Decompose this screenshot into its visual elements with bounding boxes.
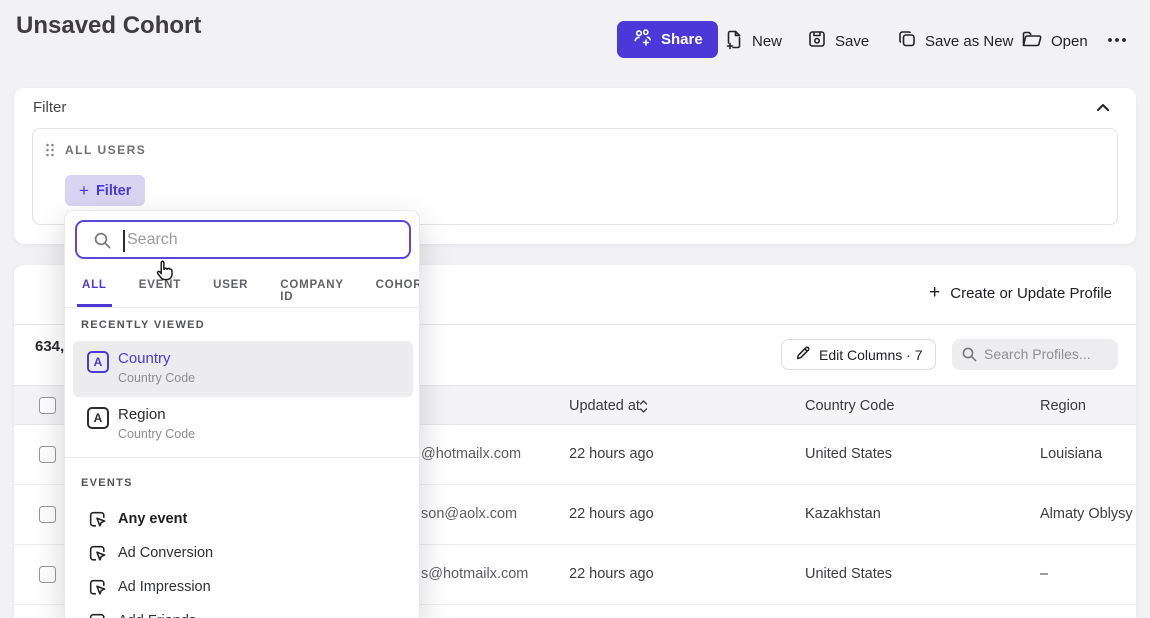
list-item-country[interactable]: A Country Country Code bbox=[73, 341, 413, 397]
updated-at-cell: 22 hours ago bbox=[569, 566, 654, 582]
pencil-icon bbox=[795, 345, 811, 364]
list-item-any-event[interactable]: Any event bbox=[73, 503, 413, 537]
divider bbox=[65, 457, 419, 458]
letter-a-icon: A bbox=[87, 351, 109, 373]
people-add-icon bbox=[632, 28, 653, 51]
save-label: Save bbox=[835, 33, 869, 50]
column-header-region: Region bbox=[1040, 398, 1086, 414]
create-profile-label: Create or Update Profile bbox=[950, 285, 1112, 302]
item-label: Ad Conversion bbox=[118, 545, 213, 561]
recently-viewed-heading: RECENTLY VIEWED bbox=[81, 319, 205, 331]
column-header-updated-at[interactable]: Updated at bbox=[569, 398, 640, 414]
row-checkbox[interactable] bbox=[39, 506, 56, 523]
text-caret bbox=[123, 230, 125, 252]
drag-handle-icon[interactable] bbox=[45, 143, 55, 162]
column-header-country-code: Country Code bbox=[805, 398, 894, 414]
plus-icon: + bbox=[929, 282, 940, 304]
dropdown-tabs: ALL EVENT USER COMPANY ID COHORT bbox=[65, 269, 419, 308]
floppy-save-icon bbox=[807, 29, 827, 53]
search-icon bbox=[93, 231, 112, 250]
region-cell: Louisiana bbox=[1040, 446, 1102, 462]
select-all-checkbox[interactable] bbox=[39, 397, 56, 414]
filter-panel-title: Filter bbox=[33, 99, 66, 116]
events-heading: EVENTS bbox=[81, 477, 133, 489]
tab-cohort[interactable]: COHORT bbox=[371, 269, 420, 307]
copy-icon bbox=[897, 29, 917, 53]
share-label: Share bbox=[661, 31, 703, 48]
email-cell: @hotmailx.com bbox=[421, 446, 521, 462]
more-options-button[interactable] bbox=[1106, 31, 1128, 48]
list-item-ad-impression[interactable]: Ad Impression bbox=[73, 571, 413, 605]
tab-user[interactable]: USER bbox=[208, 269, 253, 307]
all-users-label: ALL USERS bbox=[65, 143, 146, 157]
add-filter-button[interactable]: + Filter bbox=[65, 175, 145, 206]
folder-icon bbox=[1021, 29, 1043, 53]
sort-icon[interactable] bbox=[639, 399, 648, 419]
new-button[interactable]: New bbox=[724, 29, 782, 54]
page-title: Unsaved Cohort bbox=[16, 12, 201, 40]
edit-columns-button[interactable]: Edit Columns · 7 bbox=[781, 339, 936, 370]
item-label: Country bbox=[118, 350, 171, 367]
plus-icon: + bbox=[79, 181, 89, 201]
save-as-new-label: Save as New bbox=[925, 33, 1013, 50]
file-plus-icon bbox=[724, 29, 744, 54]
country-code-cell: Kazakhstan bbox=[805, 506, 881, 522]
open-button[interactable]: Open bbox=[1021, 29, 1088, 53]
list-item-region[interactable]: A Region Country Code bbox=[73, 397, 413, 453]
open-label: Open bbox=[1051, 33, 1088, 50]
country-code-cell: United States bbox=[805, 446, 892, 462]
chevron-up-icon[interactable] bbox=[1096, 100, 1110, 115]
event-click-icon bbox=[87, 509, 108, 530]
filter-search-dropdown: ALL EVENT USER COMPANY ID COHORT RECENTL… bbox=[64, 210, 420, 618]
page: Unsaved Cohort Share New Save bbox=[0, 0, 1150, 618]
item-sublabel: Country Code bbox=[118, 371, 195, 385]
edit-columns-label: Edit Columns · 7 bbox=[819, 347, 922, 363]
row-checkbox[interactable] bbox=[39, 446, 56, 463]
share-button[interactable]: Share bbox=[617, 21, 718, 58]
email-cell: son@aolx.com bbox=[421, 506, 517, 522]
dropdown-search-input[interactable] bbox=[127, 224, 397, 256]
profiles-search bbox=[952, 339, 1118, 370]
event-click-icon bbox=[87, 611, 108, 618]
save-as-new-button[interactable]: Save as New bbox=[897, 29, 1013, 53]
item-label: Add Friends bbox=[118, 613, 196, 618]
list-item-ad-conversion[interactable]: Ad Conversion bbox=[73, 537, 413, 571]
create-or-update-profile-button[interactable]: + Create or Update Profile bbox=[929, 282, 1112, 304]
region-cell: Almaty Oblysy bbox=[1040, 506, 1133, 522]
tab-event[interactable]: EVENT bbox=[134, 269, 186, 307]
letter-a-icon: A bbox=[87, 407, 109, 429]
item-label: Ad Impression bbox=[118, 579, 211, 595]
updated-at-cell: 22 hours ago bbox=[569, 506, 654, 522]
tab-company-id[interactable]: COMPANY ID bbox=[275, 269, 348, 307]
add-filter-label: Filter bbox=[96, 183, 131, 199]
item-sublabel: Country Code bbox=[118, 427, 195, 441]
list-item-add-friends[interactable]: Add Friends bbox=[73, 605, 413, 618]
item-label: Any event bbox=[118, 511, 187, 527]
row-checkbox[interactable] bbox=[39, 566, 56, 583]
updated-at-cell: 22 hours ago bbox=[569, 446, 654, 462]
new-label: New bbox=[752, 33, 782, 50]
country-code-cell: United States bbox=[805, 566, 892, 582]
dropdown-search bbox=[75, 220, 411, 259]
profiles-search-input[interactable] bbox=[984, 342, 1109, 366]
ellipsis-icon bbox=[1106, 31, 1128, 48]
tab-all[interactable]: ALL bbox=[77, 269, 112, 307]
item-label: Region bbox=[118, 406, 166, 423]
event-click-icon bbox=[87, 577, 108, 598]
save-button[interactable]: Save bbox=[807, 29, 869, 53]
email-cell: s@hotmailx.com bbox=[421, 566, 528, 582]
region-cell: – bbox=[1040, 566, 1048, 582]
event-click-icon bbox=[87, 543, 108, 564]
